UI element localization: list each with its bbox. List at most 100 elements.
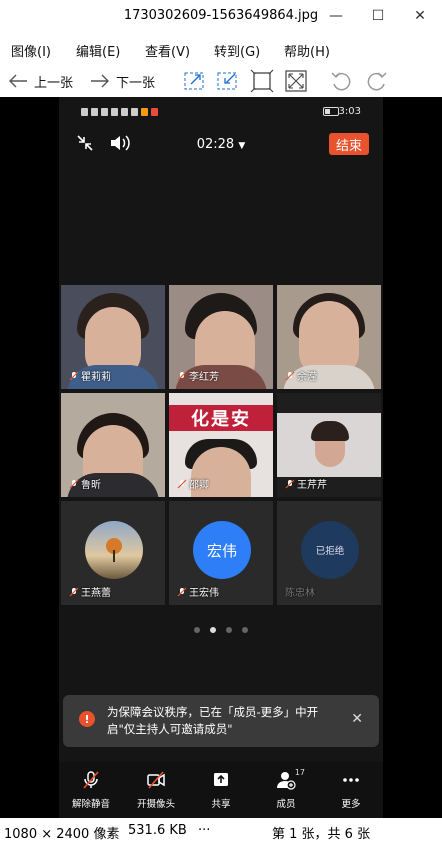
page-dot[interactable] <box>226 627 232 633</box>
share-label: 共享 <box>211 799 231 810</box>
participant-tile[interactable]: 王燕蕾 <box>61 501 165 605</box>
next-label: 下一张 <box>116 75 156 91</box>
participant-tile[interactable]: 李红芳 <box>169 285 273 389</box>
menu-image[interactable]: 图像(I) <box>11 41 51 60</box>
mic-muted-icon <box>69 371 79 380</box>
participant-tile[interactable]: 宏伟 王宏伟 <box>169 501 273 605</box>
phone-status-bar: 3:03 <box>59 97 383 127</box>
members-button[interactable]: 17 成员 <box>254 768 318 810</box>
camera-label: 开摄像头 <box>136 799 175 810</box>
page-dot[interactable] <box>194 627 200 633</box>
participant-tile[interactable]: 已拒绝 陈忠林 <box>277 501 381 605</box>
warning-icon: ! <box>79 711 95 727</box>
arrow-right-icon <box>91 74 109 88</box>
participant-tile[interactable]: 鲁昕 <box>61 393 165 497</box>
participant-avatar: 宏伟 <box>193 521 251 579</box>
toast-close-button[interactable]: ✕ <box>351 711 363 727</box>
mic-muted-icon <box>177 479 187 488</box>
status-indicators <box>81 106 158 118</box>
participant-name: 鲁昕 <box>81 480 101 491</box>
share-button[interactable]: 共享 <box>189 770 253 810</box>
image-index: 第 1 张，共 6 张 <box>272 827 371 842</box>
rotate-right-icon[interactable] <box>363 68 389 94</box>
close-button[interactable]: ✕ <box>400 4 440 28</box>
call-duration-text: 02:28 <box>196 137 235 152</box>
page-dot-active[interactable] <box>210 627 216 633</box>
mic-muted-icon <box>285 479 295 488</box>
battery-icon <box>323 107 339 116</box>
menu-edit[interactable]: 编辑(E) <box>76 41 120 60</box>
camera-button[interactable]: 开摄像头 <box>124 770 188 810</box>
rotate-left-icon[interactable] <box>329 68 355 94</box>
participant-name-label: 瞿莉莉 <box>69 368 111 383</box>
more-icon <box>343 778 359 782</box>
mic-off-icon <box>83 771 99 789</box>
participant-tile[interactable]: 王芹芹 <box>277 393 381 497</box>
participant-name-label: 王芹芹 <box>285 476 327 491</box>
participant-name: 王宏伟 <box>189 588 219 599</box>
window-titlebar: 1730302609-1563649864.jpg — ☐ ✕ <box>0 0 442 34</box>
participant-name: 李红芳 <box>189 372 219 383</box>
participant-name: 王燕蕾 <box>81 588 111 599</box>
prev-label: 上一张 <box>34 75 74 91</box>
participant-name: 陈忠林 <box>285 588 315 599</box>
menu-view[interactable]: 查看(V) <box>145 41 190 60</box>
zoom-in-icon[interactable] <box>182 68 208 94</box>
call-header: 02:28 ▼ 结束 <box>59 129 383 159</box>
members-label: 成员 <box>276 799 296 810</box>
participant-name-label: 王燕蕾 <box>69 584 111 599</box>
participant-name: 瞿莉莉 <box>81 372 111 383</box>
menu-goto[interactable]: 转到(G) <box>214 41 260 60</box>
status-ellipsis: ··· <box>198 823 211 838</box>
share-icon <box>214 773 228 786</box>
unmute-button[interactable]: 解除静音 <box>59 770 123 810</box>
camera-off-icon <box>147 771 165 789</box>
notice-toast: ! 为保障会议秩序，已在「成员-更多」中开启"仅主持人可邀请成员" ✕ <box>63 695 379 747</box>
unmute-label: 解除静音 <box>71 799 110 810</box>
page-dot[interactable] <box>242 627 248 633</box>
fit-window-icon[interactable] <box>249 68 275 94</box>
page-indicator <box>59 627 383 633</box>
participant-name-label: 余滢 <box>285 368 317 383</box>
status-time: 3:03 <box>338 106 361 117</box>
mic-muted-icon <box>177 587 187 596</box>
menu-help[interactable]: 帮助(H) <box>284 41 330 60</box>
image-canvas: 3:03 02:28 ▼ 结束 瞿莉莉 李红芳 余滢 鲁昕 化是安 邵卿 王芹芹… <box>0 97 442 818</box>
participant-tile[interactable]: 瞿莉莉 <box>61 285 165 389</box>
participant-name: 王芹芹 <box>297 480 327 491</box>
mic-muted-icon <box>69 479 79 488</box>
chevron-down-icon: ▼ <box>238 141 246 151</box>
zoom-out-icon[interactable] <box>215 68 241 94</box>
mic-muted-icon <box>177 371 187 380</box>
fullscreen-icon[interactable] <box>283 68 309 94</box>
next-button[interactable]: 下一张 <box>90 68 155 94</box>
participant-name-label: 王宏伟 <box>177 584 219 599</box>
participant-name-label: 陈忠林 <box>285 584 315 599</box>
minimize-button[interactable]: — <box>316 4 356 28</box>
participant-name: 余滢 <box>297 372 317 383</box>
participant-avatar <box>85 521 143 579</box>
mic-muted-icon <box>69 587 79 596</box>
viewer-statusbar: 1080 × 2400 像素 531.6 KB ··· 第 1 张，共 6 张 <box>0 818 442 845</box>
maximize-button[interactable]: ☐ <box>358 4 398 28</box>
arrow-left-icon <box>9 74 27 88</box>
phone-screenshot: 3:03 02:28 ▼ 结束 瞿莉莉 李红芳 余滢 鲁昕 化是安 邵卿 王芹芹… <box>59 97 383 818</box>
members-icon <box>277 772 296 790</box>
prev-button[interactable]: 上一张 <box>8 68 73 94</box>
file-size: 531.6 KB <box>128 823 187 838</box>
toast-message: 为保障会议秩序，已在「成员-更多」中开启"仅主持人可邀请成员" <box>107 705 319 736</box>
participant-video <box>277 413 381 477</box>
participant-name: 邵卿 <box>189 480 209 491</box>
participant-name-label: 李红芳 <box>177 368 219 383</box>
more-button[interactable]: 更多 <box>319 770 383 810</box>
menubar: 图像(I) 编辑(E) 查看(V) 转到(G) 帮助(H) <box>0 36 442 62</box>
participant-tile[interactable]: 化是安 邵卿 <box>169 393 273 497</box>
end-call-button[interactable]: 结束 <box>329 133 369 155</box>
toolbar: 上一张 下一张 <box>0 64 442 96</box>
image-dimensions: 1080 × 2400 像素 <box>4 827 120 842</box>
tree-icon <box>106 538 122 562</box>
participant-name-label: 邵卿 <box>177 476 209 491</box>
participant-tile[interactable]: 余滢 <box>277 285 381 389</box>
participant-name-label: 鲁昕 <box>69 476 101 491</box>
mic-muted-icon <box>285 371 295 380</box>
